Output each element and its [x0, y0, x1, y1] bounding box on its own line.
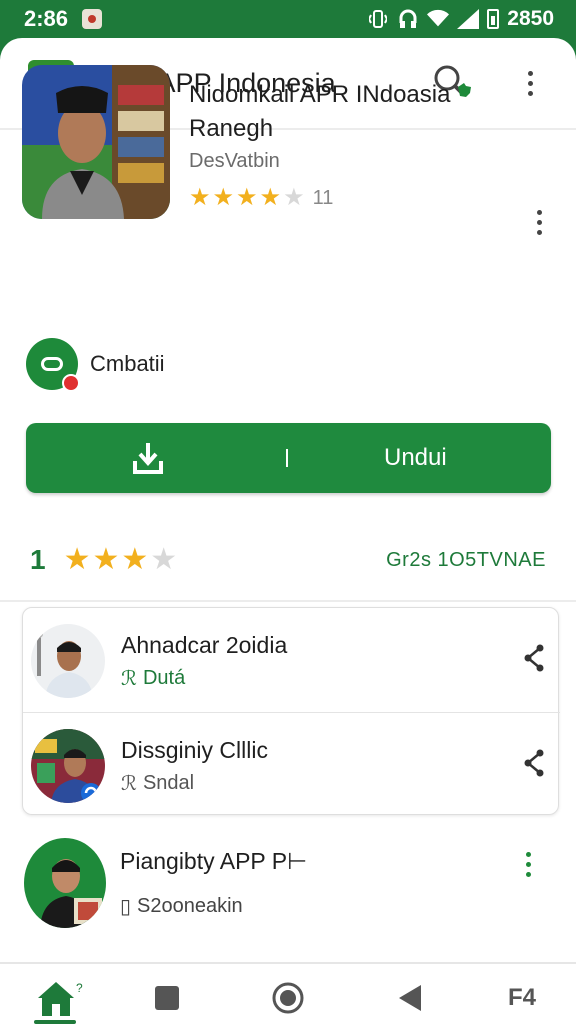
star-icon: ★ [212, 184, 235, 211]
share-button[interactable] [522, 749, 546, 782]
list-item-title: Dissginiy Clllic [121, 737, 268, 763]
home-icon: ? [38, 981, 83, 1016]
rating-score: 1 [30, 544, 46, 575]
star-empty-icon: ★ [150, 543, 178, 576]
badge-row[interactable]: Cmbatii [26, 338, 165, 392]
vibrate-icon [367, 8, 389, 30]
star-icon: ★ [189, 184, 211, 211]
status-right-text: 2850 [507, 7, 554, 30]
list-card: Ahnadcar 2oidia ℛ Dutá Dissginiy Clllic … [22, 607, 560, 816]
circle-icon [272, 982, 304, 1014]
nav-back[interactable] [394, 978, 426, 1018]
star-icon: ★ [259, 184, 282, 211]
signal-icon [457, 8, 480, 30]
svg-text:?: ? [76, 981, 83, 995]
list-item-subtitle: ℛ Sndal [121, 772, 195, 795]
tag-icon: ℛ [121, 773, 137, 795]
list-item-title: Piangibty APP P⊢ [120, 848, 308, 874]
share-icon [524, 644, 544, 672]
more-button[interactable] [513, 852, 543, 877]
battery-icon [487, 9, 500, 29]
nav-home-button[interactable] [270, 978, 306, 1018]
rating-stars: ★ ★ ★ ★ [64, 545, 178, 575]
app-card: APP APP Indonesia Nidomkail APR INdoasia… [0, 38, 576, 1024]
tag-icon: ℛ [121, 668, 137, 690]
detail-more-button[interactable] [524, 210, 554, 235]
overflow-menu-button[interactable] [508, 61, 552, 105]
share-button[interactable] [522, 644, 546, 677]
app-rating: ★ ★ ★ ★ ★ 11 [189, 186, 333, 210]
app-developer[interactable]: DesVatbin [189, 150, 280, 173]
status-right: 2850 [367, 7, 554, 31]
ratings-link[interactable]: Gr2s 1O5TVNAE [386, 549, 546, 572]
nav-home[interactable]: ? [36, 978, 88, 1018]
avatar [31, 729, 105, 803]
nav-recents[interactable] [152, 978, 182, 1018]
kebab-menu-icon [513, 852, 543, 877]
status-left: 2:86 [24, 6, 103, 32]
nav-extra[interactable]: F4 [500, 978, 544, 1018]
notification-icon [82, 9, 103, 29]
list-item-subtitle: ℛ Dutá [121, 667, 186, 690]
status-bar: 2:86 2850 [0, 0, 576, 38]
avatar [31, 624, 105, 698]
back-icon [399, 985, 421, 1011]
avatar [24, 838, 106, 928]
headset-icon [397, 8, 419, 30]
download-icon [133, 443, 163, 474]
star-icon: ★ [236, 184, 258, 211]
badge-icon [26, 338, 80, 392]
star-icon: ★ [92, 543, 120, 576]
bottom-nav-bar: ? F4 [0, 962, 576, 1024]
share-icon [524, 749, 544, 777]
device-icon: ▯ [120, 896, 132, 918]
download-button[interactable]: Undui [26, 423, 551, 493]
star-icon: ★ [121, 543, 149, 576]
rating-summary: 1 ★ ★ ★ ★ Gr2s 1O5TVNAE [0, 520, 576, 602]
list-item[interactable]: Dissginiy Clllic ℛ Sndal [23, 712, 560, 816]
status-time: 2:86 [24, 6, 69, 31]
list-item[interactable]: Piangibty APP P⊢ ▯ S2ooneakin [22, 838, 559, 942]
rating-count: 11 [312, 186, 334, 209]
square-icon [155, 986, 179, 1010]
kebab-menu-icon [524, 210, 554, 235]
list-item[interactable]: Ahnadcar 2oidia ℛ Dutá [23, 608, 560, 712]
app-thumbnail[interactable] [22, 65, 170, 219]
list-item-subtitle: ▯ S2ooneakin [120, 895, 243, 918]
button-divider [286, 449, 288, 467]
download-label: Undui [384, 444, 447, 471]
kebab-menu-icon [515, 70, 545, 96]
star-empty-icon: ★ [283, 184, 305, 211]
nav-active-indicator [34, 1020, 76, 1024]
app-name: Nidomkail APR INdoasia Ranegh [189, 81, 451, 142]
wifi-icon [427, 8, 450, 30]
badge-label: Cmbatii [90, 351, 165, 376]
notification-dot [62, 374, 80, 392]
star-icon: ★ [63, 543, 91, 576]
list-item-title: Ahnadcar 2oidia [121, 632, 288, 658]
